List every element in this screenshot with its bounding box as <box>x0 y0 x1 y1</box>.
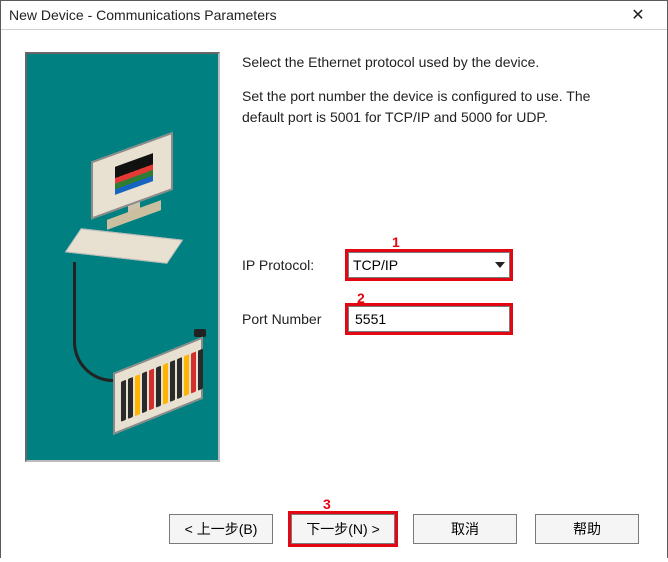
annotation-1: 1 <box>392 234 400 250</box>
annotation-3: 3 <box>323 496 331 512</box>
client-area: Select the Ethernet protocol used by the… <box>1 30 667 562</box>
close-icon[interactable]: ✕ <box>617 1 659 29</box>
ip-protocol-label: IP Protocol: <box>242 257 336 273</box>
help-p1: Select the Ethernet protocol used by the… <box>242 52 622 72</box>
help-button[interactable]: 帮助 <box>535 514 639 544</box>
wizard-illustration <box>25 52 220 462</box>
chevron-down-icon <box>495 262 505 268</box>
dialog-window: New Device - Communications Parameters ✕ <box>0 0 668 558</box>
help-p2: Set the port number the device is config… <box>242 86 622 127</box>
window-title: New Device - Communications Parameters <box>9 7 277 23</box>
form: 1 IP Protocol: TCP/IP 2 Port Number 5551 <box>242 252 643 332</box>
row-port-number: Port Number 5551 <box>242 306 643 332</box>
button-row: < 上一步(B) 下一步(N) > 取消 帮助 <box>1 514 667 544</box>
port-number-value: 5551 <box>355 311 386 327</box>
keyboard-icon <box>65 228 183 264</box>
back-button[interactable]: < 上一步(B) <box>169 514 273 544</box>
monitor-icon <box>91 130 177 235</box>
ip-protocol-select[interactable]: TCP/IP <box>348 252 510 278</box>
port-number-label: Port Number <box>242 311 336 327</box>
cancel-button[interactable]: 取消 <box>413 514 517 544</box>
row-ip-protocol: IP Protocol: TCP/IP <box>242 252 643 278</box>
right-pane: Select the Ethernet protocol used by the… <box>242 52 643 472</box>
next-button[interactable]: 下一步(N) > <box>291 514 395 544</box>
ip-protocol-value: TCP/IP <box>353 257 398 273</box>
port-number-input[interactable]: 5551 <box>348 306 510 332</box>
content-row: Select the Ethernet protocol used by the… <box>25 52 643 472</box>
annotation-2: 2 <box>357 290 365 306</box>
help-text: Select the Ethernet protocol used by the… <box>242 52 632 234</box>
titlebar: New Device - Communications Parameters ✕ <box>1 1 667 30</box>
